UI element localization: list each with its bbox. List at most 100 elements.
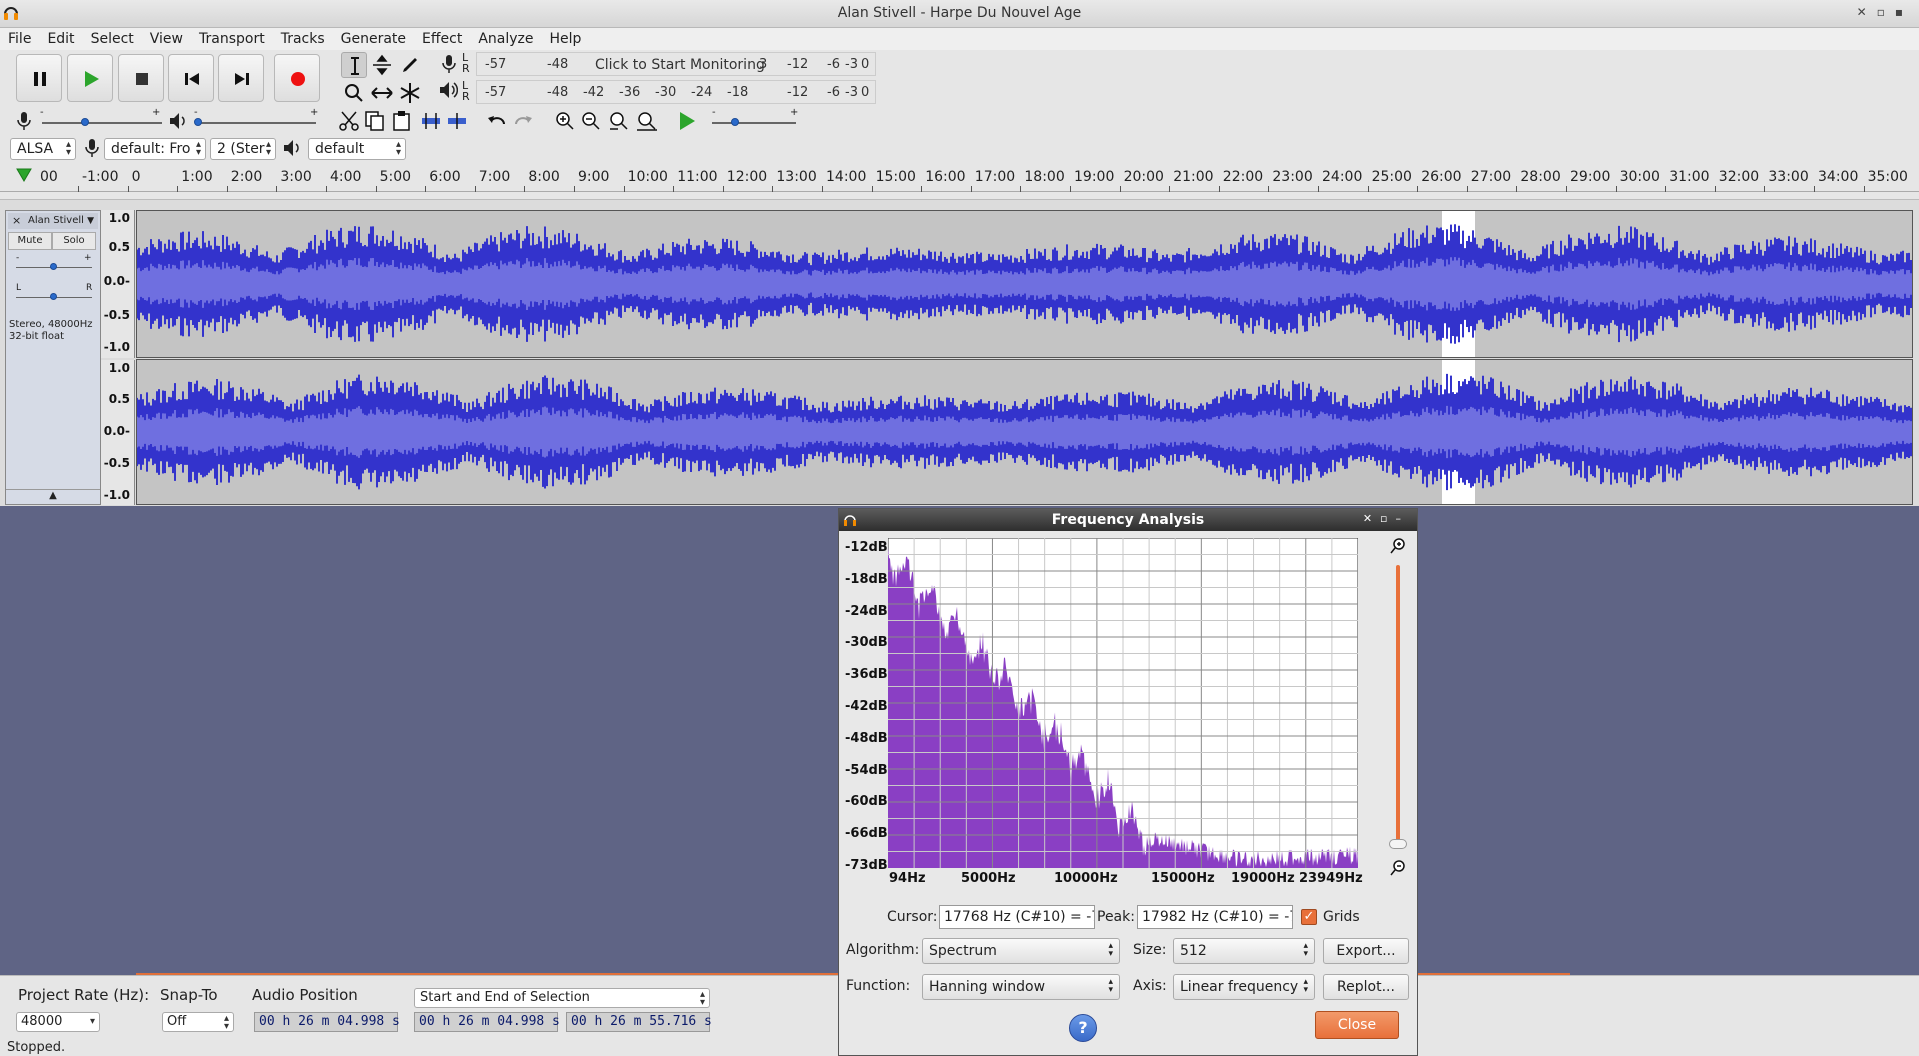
play-at-speed-icon[interactable] <box>676 110 698 132</box>
zoom-tool[interactable] <box>341 80 367 106</box>
spectrum-zoom-handle[interactable] <box>1389 839 1407 849</box>
input-volume-handle[interactable] <box>81 118 89 126</box>
audio-position-time[interactable]: 00 h 26 m 04.998 s <box>254 1012 400 1032</box>
selection-mode-select[interactable]: Start and End of Selection ▴ ▾ <box>414 988 710 1008</box>
selection-tool[interactable] <box>341 52 367 78</box>
fit-project-icon[interactable] <box>636 110 658 132</box>
cut-icon[interactable] <box>338 110 360 132</box>
multi-tool[interactable] <box>397 80 423 106</box>
zoom-in-icon[interactable] <box>554 110 576 132</box>
timeline-label: 8:00 <box>528 169 560 185</box>
record-meter-mic-icon[interactable] <box>440 54 458 74</box>
skip-start-icon <box>185 73 199 85</box>
waveform-channel-1[interactable] <box>136 210 1913 358</box>
redo-icon[interactable] <box>512 110 534 132</box>
playback-meter[interactable]: -57 -48 -42 -36 -30 -24 -18 -12 -6 -3 0 <box>476 80 876 104</box>
scale-label: 1.0 <box>108 211 130 225</box>
spectrum-plot[interactable] <box>888 538 1358 868</box>
spectrum-zoom-slider[interactable] <box>1396 565 1400 845</box>
menu-item-tracks[interactable]: Tracks <box>273 28 333 50</box>
dropdown-icon: ▾ <box>89 1016 95 1027</box>
play-button[interactable] <box>67 54 113 102</box>
record-button[interactable] <box>274 54 320 102</box>
recording-device-select[interactable]: default: Fro ▴ ▾ <box>104 138 206 160</box>
audio-host-select[interactable]: ALSA ▴ ▾ <box>10 138 76 160</box>
time-shift-tool[interactable] <box>369 80 395 106</box>
silence-icon[interactable] <box>446 110 468 132</box>
selection-start-time[interactable]: 00 h 26 m 04.998 s <box>414 1012 560 1032</box>
function-select[interactable]: Hanning window ▴ ▾ <box>922 974 1120 1000</box>
grids-checkbox[interactable]: ✓ <box>1301 909 1317 925</box>
gain-handle[interactable] <box>50 263 57 270</box>
timeline-label: 30:00 <box>1619 169 1660 185</box>
play-speed-handle[interactable] <box>731 118 739 126</box>
mute-button[interactable]: Mute <box>8 232 52 250</box>
menu-item-select[interactable]: Select <box>83 28 142 50</box>
zoom-out-small-icon[interactable] <box>1389 859 1407 877</box>
dialog-maximize-icon[interactable]: ▫ <box>1380 512 1395 525</box>
collapse-track-button[interactable]: ▲ <box>6 489 100 504</box>
close-track-icon[interactable]: × <box>12 214 21 227</box>
play-speed-slider[interactable] <box>712 122 796 124</box>
menu-item-edit[interactable]: Edit <box>39 28 82 50</box>
dialog-close-icon[interactable]: ✕ <box>1363 512 1380 525</box>
timeline-label: 7:00 <box>478 169 511 185</box>
stop-button[interactable] <box>118 54 164 102</box>
export-button[interactable]: Export... <box>1323 938 1409 964</box>
zoom-in-small-icon[interactable] <box>1389 537 1407 555</box>
menu-item-view[interactable]: View <box>142 28 191 50</box>
copy-icon[interactable] <box>364 110 386 132</box>
menu-item-file[interactable]: File <box>0 28 39 50</box>
fit-selection-icon[interactable] <box>608 110 630 132</box>
size-select[interactable]: 512 ▴ ▾ <box>1173 938 1315 964</box>
maximize-window-icon[interactable]: ▫ <box>1877 5 1895 19</box>
skip-to-end-button[interactable] <box>218 54 264 102</box>
monitor-text[interactable]: Click to Start Monitoring <box>595 57 765 73</box>
envelope-tool[interactable] <box>369 52 395 78</box>
play-head-icon[interactable] <box>16 168 32 182</box>
timeline-ruler[interactable]: 00 -1:00 0 1:00 2:00 3:00 4:00 5:00 6:00 7:00 8:0… <box>0 164 1919 192</box>
cursor-field[interactable]: 17768 Hz (C#10) = -7 <box>939 905 1095 929</box>
timeline-label: 24:00 <box>1322 169 1363 185</box>
menu-item-analyze[interactable]: Analyze <box>470 28 541 50</box>
window-controls[interactable]: ✕▫▪ <box>1857 5 1913 19</box>
selection-end-time[interactable]: 00 h 26 m 55.716 s <box>566 1012 712 1032</box>
algorithm-select[interactable]: Spectrum ▴ ▾ <box>922 938 1120 964</box>
draw-tool[interactable] <box>397 52 423 78</box>
menu-item-help[interactable]: Help <box>542 28 590 50</box>
output-volume-slider[interactable] <box>196 122 316 124</box>
solo-button[interactable]: Solo <box>52 232 96 250</box>
menu-item-generate[interactable]: Generate <box>333 28 414 50</box>
project-rate-select[interactable]: 48000 ▾ <box>16 1012 100 1032</box>
peak-field[interactable]: 17982 Hz (C#10) = -7 <box>1137 905 1293 929</box>
playback-meter-speaker-icon[interactable] <box>438 80 458 100</box>
track-name-menu[interactable]: Alan Stivell ▼ <box>8 213 98 229</box>
snap-to-select[interactable]: Off ▴ ▾ <box>162 1012 234 1032</box>
trim-icon[interactable] <box>420 110 442 132</box>
replot-button[interactable]: Replot... <box>1323 974 1409 1000</box>
axis-select[interactable]: Linear frequency ▴ ▾ <box>1173 974 1315 1000</box>
menu-item-effect[interactable]: Effect <box>414 28 470 50</box>
restore-window-icon[interactable]: ▪ <box>1895 5 1913 19</box>
pan-handle[interactable] <box>50 293 57 300</box>
stop-icon <box>136 73 148 85</box>
waveform-channel-2[interactable] <box>136 359 1913 505</box>
close-window-icon[interactable]: ✕ <box>1857 5 1877 19</box>
close-button[interactable]: Close <box>1315 1011 1399 1039</box>
help-button[interactable]: ? <box>1069 1014 1097 1042</box>
input-volume-slider[interactable] <box>42 122 162 124</box>
undo-icon[interactable] <box>486 110 508 132</box>
zoom-out-icon[interactable] <box>580 110 602 132</box>
output-volume-handle[interactable] <box>194 118 202 126</box>
track-bitdepth: 32-bit float <box>9 331 65 342</box>
playback-device-select[interactable]: default ▴ ▾ <box>308 138 406 160</box>
audacity-small-icon <box>844 515 856 526</box>
skip-to-start-button[interactable] <box>168 54 214 102</box>
channels-select[interactable]: 2 (Ster ▴ ▾ <box>210 138 276 160</box>
record-meter[interactable]: -57 -48 Click to Start Monitoring 3 -12 … <box>476 52 876 76</box>
scale-label: -0.5 <box>103 456 130 470</box>
pause-button[interactable] <box>16 54 62 102</box>
paste-icon[interactable] <box>391 110 413 132</box>
menu-item-transport[interactable]: Transport <box>191 28 273 50</box>
dialog-minimize-icon[interactable]: – <box>1396 512 1410 525</box>
